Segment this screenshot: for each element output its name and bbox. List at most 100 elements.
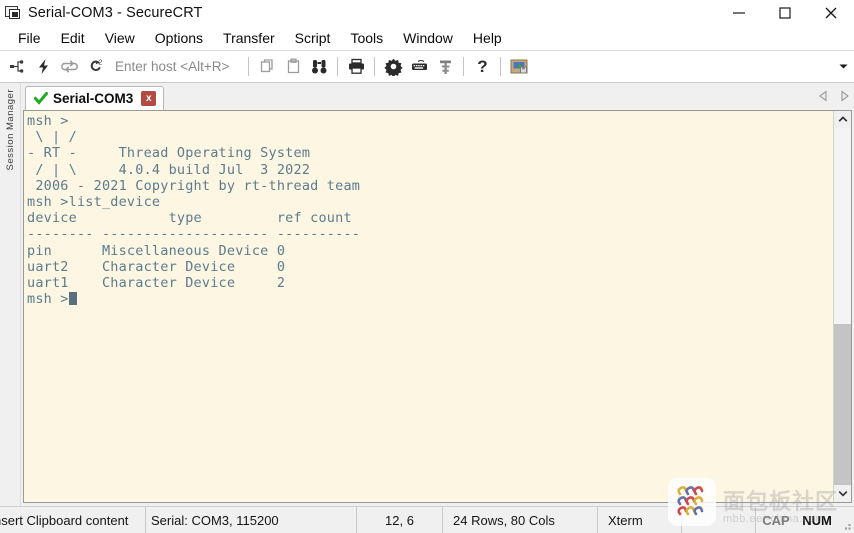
minimize-button[interactable] (716, 0, 762, 25)
session-manager-button[interactable] (506, 54, 532, 80)
terminal-line: / | \ 4.0.4 build Jul 3 2022 (27, 161, 311, 178)
terminal-line: msh >list_device (27, 193, 161, 210)
terminal-line: pin Miscellaneous Device 0 (27, 242, 286, 259)
window-controls (716, 0, 854, 25)
svg-text:2: 2 (98, 59, 102, 66)
securecrt-window: Serial-COM3 - SecureCRT File Edit View O… (0, 0, 854, 533)
menu-item-script[interactable]: Script (285, 27, 341, 49)
scrollbar-down-button[interactable] (834, 485, 851, 502)
maximize-button[interactable] (762, 0, 808, 25)
menu-bar: File Edit View Options Transfer Script T… (0, 25, 854, 51)
body-row: Session Manager Serial-COM3 x msh > \ | … (0, 83, 854, 506)
status-serial: Serial: COM3, 115200 (146, 507, 357, 533)
toolbar: 2 Enter host <Alt+R> ? (0, 51, 854, 83)
triangle-left-icon (819, 90, 827, 102)
paste-button[interactable] (280, 54, 306, 80)
terminal-cursor (68, 292, 77, 306)
scrollbar-track[interactable] (834, 128, 851, 485)
menu-item-transfer[interactable]: Transfer (213, 27, 285, 49)
menu-item-help[interactable]: Help (463, 27, 512, 49)
menu-item-tools[interactable]: Tools (340, 27, 393, 49)
chevron-down-icon (839, 64, 847, 69)
tab-prev-button[interactable] (818, 89, 829, 107)
find-icon (311, 60, 327, 74)
menu-item-view[interactable]: View (95, 27, 145, 49)
terminal-wrapper: msh > \ | / - RT - Thread Operating Syst… (21, 110, 854, 506)
terminal-line: uart1 Character Device 2 (27, 274, 286, 291)
terminal-line: 2006 - 2021 Copyright by rt-thread team (27, 177, 361, 194)
status-hint: nsert Clipboard content (0, 507, 146, 533)
status-cursor-position: 12, 6 (357, 507, 443, 533)
connect-in-tab-icon (60, 60, 78, 73)
resize-grip-icon (845, 524, 851, 530)
tab-close-button[interactable]: x (141, 91, 157, 106)
status-bar: nsert Clipboard content Serial: COM3, 11… (0, 506, 854, 533)
copy-button[interactable] (254, 54, 280, 80)
green-check-icon (34, 92, 48, 105)
print-icon (348, 58, 364, 74)
minimize-icon (733, 11, 745, 14)
terminal-line: \ | / (27, 129, 77, 146)
close-button[interactable] (808, 0, 854, 25)
terminal-frame: msh > \ | / - RT - Thread Operating Syst… (23, 110, 852, 503)
terminal-line: - RT - Thread Operating System (27, 145, 311, 162)
session-options-icon (384, 58, 403, 76)
terminal-line: device type ref count (27, 210, 352, 227)
scrollbar-thumb[interactable] (834, 324, 851, 485)
maximize-icon (779, 6, 791, 19)
help-button[interactable]: ? (469, 54, 495, 80)
status-hint-text: nsert Clipboard content (0, 512, 129, 528)
chevron-down-icon (838, 491, 847, 497)
reconnect-button[interactable]: 2 (82, 54, 108, 80)
toolbar-separator (374, 57, 376, 76)
session-options-button[interactable] (380, 54, 406, 80)
host-input[interactable]: Enter host <Alt+R> (108, 59, 229, 74)
session-manager-rail[interactable]: Session Manager (0, 83, 21, 506)
terminal-line: msh > (27, 113, 69, 129)
tab-serial-com3[interactable]: Serial-COM3 x (25, 86, 165, 110)
session-manager-icon (510, 59, 528, 74)
session-manager-rail-label: Session Manager (4, 89, 16, 171)
tab-label: Serial-COM3 (53, 91, 134, 106)
quick-connect-icon (38, 59, 48, 74)
print-button[interactable] (343, 54, 369, 80)
close-icon (825, 7, 837, 18)
key-icon (439, 60, 451, 74)
terminal-line: -------- -------------------- ---------- (27, 226, 361, 243)
connect-icon (9, 60, 23, 73)
menu-item-file[interactable]: File (8, 27, 51, 49)
terminal-prompt: msh > (27, 291, 69, 308)
svg-text:?: ? (477, 57, 487, 76)
main-pane: Serial-COM3 x msh > \ | / - RT - Thread … (21, 83, 854, 506)
toolbar-separator (463, 57, 465, 76)
toolbar-overflow-button[interactable] (832, 51, 854, 81)
help-icon: ? (477, 57, 487, 76)
terminal-prompt-line: msh > (27, 291, 833, 307)
reconnect-icon: 2 (90, 59, 102, 71)
status-emulation: Xterm (598, 507, 682, 533)
tab-strip: Serial-COM3 x (21, 83, 854, 110)
menu-item-edit[interactable]: Edit (51, 27, 95, 49)
status-caps-indicator: CAP (762, 512, 790, 528)
terminal-line: uart2 Character Device 0 (27, 258, 286, 275)
menu-item-window[interactable]: Window (393, 27, 463, 49)
find-button[interactable] (306, 54, 332, 80)
securecrt-app-icon (5, 5, 21, 20)
terminal-screen[interactable]: msh > \ | / - RT - Thread Operating Syst… (24, 111, 833, 502)
connect-in-tab-button[interactable] (56, 54, 82, 80)
resize-grip[interactable] (838, 507, 854, 533)
scrollbar-up-button[interactable] (834, 111, 851, 128)
terminal-scrollbar[interactable] (833, 111, 851, 502)
connect-button[interactable] (4, 54, 30, 80)
keymap-icon (411, 59, 427, 70)
chevron-up-icon (838, 116, 847, 122)
triangle-right-icon (841, 90, 849, 102)
keymap-editor-button[interactable] (406, 54, 432, 80)
menu-item-options[interactable]: Options (145, 27, 213, 49)
tab-next-button[interactable] (839, 89, 850, 107)
public-key-button[interactable] (432, 54, 458, 80)
tab-navigation (818, 89, 850, 107)
status-num-indicator: NUM (802, 512, 832, 528)
paste-icon (287, 58, 300, 74)
quick-connect-button[interactable] (30, 54, 56, 80)
